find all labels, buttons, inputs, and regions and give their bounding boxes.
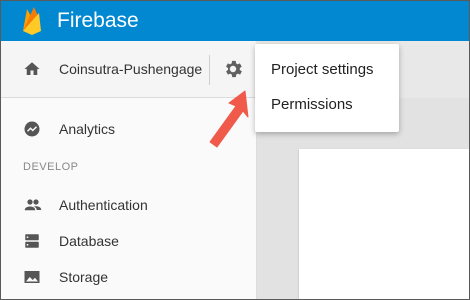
settings-gear-icon[interactable] bbox=[222, 58, 244, 85]
sidebar-item-label: Authentication bbox=[59, 197, 148, 213]
project-name[interactable]: Coinsutra-Pushengage bbox=[59, 61, 202, 77]
menu-item-permissions[interactable]: Permissions bbox=[271, 96, 353, 113]
home-icon[interactable] bbox=[23, 60, 41, 83]
sidebar-item-label: Storage bbox=[59, 269, 109, 285]
app-title: Firebase bbox=[57, 9, 139, 32]
settings-dropdown-menu: Project settings Permissions bbox=[255, 44, 399, 132]
project-divider bbox=[209, 55, 210, 85]
firebase-logo-icon bbox=[21, 5, 43, 40]
menu-item-project-settings[interactable]: Project settings bbox=[271, 61, 374, 78]
sidebar-item-label: Analytics bbox=[59, 121, 116, 137]
browser-frame: Firebase Coinsutra-Pushengage Analytics bbox=[0, 0, 470, 300]
sidebar-item-database[interactable]: Database bbox=[1, 224, 256, 258]
sidebar-item-authentication[interactable]: Authentication bbox=[1, 188, 256, 222]
people-icon bbox=[23, 196, 43, 219]
image-icon bbox=[23, 268, 41, 291]
pointer-arrow-icon bbox=[205, 85, 253, 156]
content-card bbox=[299, 149, 469, 299]
section-label-develop: DEVELOP bbox=[23, 161, 79, 173]
sidebar-item-storage[interactable]: Storage bbox=[1, 260, 256, 294]
sidebar-item-label: Database bbox=[59, 233, 119, 249]
top-app-bar: Firebase bbox=[1, 1, 469, 41]
database-icon bbox=[23, 232, 41, 255]
analytics-icon bbox=[23, 120, 41, 143]
